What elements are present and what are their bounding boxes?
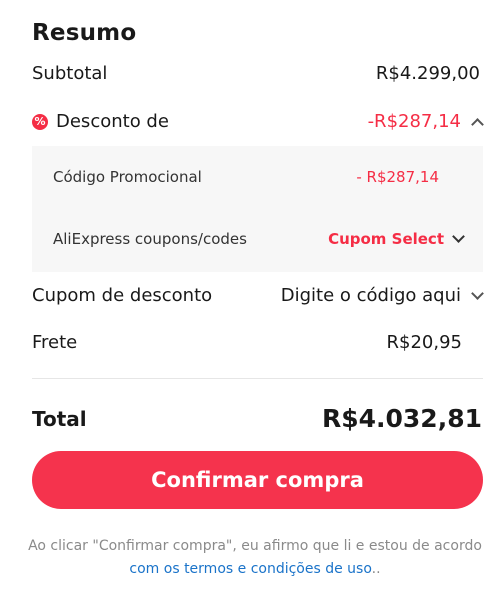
coupon-code-label: Cupom de desconto <box>32 285 213 306</box>
subtotal-label: Subtotal <box>32 63 108 84</box>
coupon-code-placeholder: Digite o código aqui <box>280 285 461 306</box>
aliexpress-coupons-row: AliExpress coupons/codes Cupom Select <box>53 230 465 248</box>
discount-percent-icon: % <box>32 113 48 130</box>
legal-text: Ao clicar "Confirmar compra", eu afirmo … <box>28 538 482 554</box>
divider <box>32 378 483 379</box>
aliexpress-coupons-label: AliExpress coupons/codes <box>53 230 247 248</box>
discount-label: Desconto de <box>56 111 169 132</box>
summary-title: Resumo <box>32 20 137 46</box>
coupon-code-row[interactable]: Cupom de desconto Digite o código aqui <box>32 285 484 306</box>
subtotal-value: R$4.299,00 <box>375 63 480 84</box>
subtotal-row: Subtotal R$4.299,00 <box>32 63 482 84</box>
total-label: Total <box>32 406 87 431</box>
discount-details-panel: Código Promocional - R$287,14 AliExpress… <box>32 146 483 272</box>
promo-code-value: - R$287,14 <box>356 168 439 186</box>
discount-row[interactable]: % Desconto de -R$287,14 <box>32 111 484 132</box>
total-value: R$4.032,81 <box>321 404 482 433</box>
promo-code-row: Código Promocional - R$287,14 <box>53 168 463 186</box>
terms-link[interactable]: com os termos e condições de uso <box>129 561 371 577</box>
shipping-row: Frete R$20,95 <box>32 332 482 353</box>
chevron-down-icon <box>452 230 465 243</box>
order-summary: Resumo Subtotal R$4.299,00 % Desconto de… <box>0 0 500 595</box>
shipping-value: R$20,95 <box>386 332 463 353</box>
legal-notice: Ao clicar "Confirmar compra", eu afirmo … <box>24 535 486 581</box>
chevron-down-icon <box>471 286 484 300</box>
coupon-select-dropdown[interactable]: Cupom Select <box>328 230 465 248</box>
chevron-up-icon[interactable] <box>471 117 484 131</box>
discount-value: -R$287,14 <box>367 111 461 132</box>
legal-suffix: .. <box>371 561 381 577</box>
promo-code-label: Código Promocional <box>53 168 202 186</box>
shipping-label: Frete <box>32 332 78 353</box>
discount-label-group: % Desconto de <box>32 111 169 132</box>
total-row: Total R$4.032,81 <box>32 404 482 433</box>
confirm-purchase-button[interactable]: Confirmar compra <box>32 451 483 509</box>
discount-value-group: -R$287,14 <box>367 111 484 132</box>
coupon-select-label: Cupom Select <box>328 230 444 248</box>
coupon-code-input[interactable]: Digite o código aqui <box>280 285 484 306</box>
